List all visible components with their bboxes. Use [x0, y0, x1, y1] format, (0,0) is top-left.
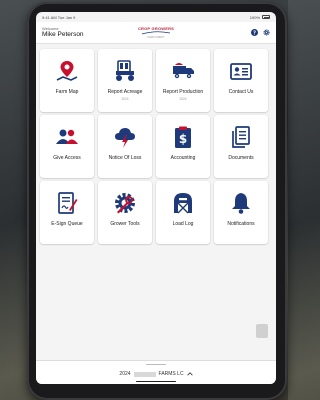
tile-report-acreage[interactable]: Report Acreage 2024 [98, 49, 152, 112]
tile-label: Accounting [170, 155, 196, 161]
logo-sub: FARM CREDIT [147, 36, 165, 39]
tile-esign-queue[interactable]: E-Sign Queue [40, 181, 94, 244]
tile-give-access[interactable]: Give Access [40, 115, 94, 178]
tile-label: Farm Map [55, 89, 79, 95]
tile-year: 2024 [179, 96, 187, 101]
brand-logo: CROP GROWERS FARM CREDIT [138, 26, 174, 39]
help-icon[interactable]: ? [251, 29, 258, 36]
tile-label: Report Production [162, 89, 204, 95]
header-icons: ? [251, 29, 270, 36]
tile-notifications[interactable]: Notifications [214, 181, 268, 244]
contact-card-icon [229, 59, 253, 83]
dollar-clipboard-icon: $ [171, 125, 195, 149]
tile-grid: Farm Map Report Acreage 2024 Report Prod… [36, 44, 276, 244]
tile-accounting[interactable]: $ Accounting [156, 115, 210, 178]
tile-documents[interactable]: Documents [214, 115, 268, 178]
sheet-grabber[interactable] [146, 364, 166, 366]
tile-farm-map[interactable]: Farm Map [40, 49, 94, 112]
footer-year: 2024 [119, 371, 131, 377]
tile-label: Grower Tools [110, 221, 140, 227]
tile-label: Documents [228, 155, 254, 161]
tile-label: Notifications [227, 221, 255, 227]
tile-report-production[interactable]: Report Production 2024 [156, 49, 210, 112]
truck-icon [171, 59, 195, 83]
svg-text:$: $ [179, 132, 187, 146]
tools-gear-icon [113, 191, 137, 215]
tile-contact-us[interactable]: Contact Us [214, 49, 268, 112]
side-drag-handle[interactable] [256, 324, 268, 338]
status-right: 100% [250, 15, 270, 20]
app-header: Welcome Mike Peterson CROP GROWERS FARM … [36, 22, 276, 44]
tile-year: 2024 [121, 96, 129, 101]
tile-label: Give Access [53, 155, 81, 161]
documents-icon [229, 125, 253, 149]
app-screen: 9:41 AM Tue Jan 9 100% Welcome Mike Pete… [36, 12, 276, 384]
svg-text:?: ? [253, 30, 256, 36]
logo-swoosh-icon [141, 31, 171, 35]
settings-gear-icon[interactable] [263, 29, 270, 36]
status-bar: 9:41 AM Tue Jan 9 100% [36, 12, 276, 22]
farm-selector[interactable]: 2024 FARMS LC [36, 360, 276, 384]
battery-icon [262, 15, 270, 19]
tile-label: Contact Us [228, 89, 254, 95]
welcome-block: Welcome Mike Peterson [42, 26, 84, 39]
tile-grower-tools[interactable]: Grower Tools [98, 181, 152, 244]
barn-icon [171, 191, 195, 215]
map-pin-icon [55, 59, 79, 83]
tile-label: Load Log [172, 221, 194, 227]
storm-cloud-icon [113, 125, 137, 149]
farm-selector-content: 2024 FARMS LC [119, 371, 193, 377]
user-name: Mike Peterson [42, 30, 84, 38]
chevron-up-icon [186, 372, 193, 376]
status-time: 9:41 AM Tue Jan 9 [42, 14, 76, 20]
tile-label: E-Sign Queue [51, 221, 83, 227]
users-icon [55, 125, 79, 149]
tile-label: Notice Of Loss [108, 155, 142, 161]
redacted-name [133, 371, 156, 377]
tile-notice-of-loss[interactable]: Notice Of Loss [98, 115, 152, 178]
bell-icon [229, 191, 253, 215]
tractor-icon [113, 59, 137, 83]
tile-label: Report Acreage [107, 89, 143, 95]
tile-load-log[interactable]: Load Log [156, 181, 210, 244]
home-indicator [136, 380, 176, 382]
footer-farm-name: FARMS LC [158, 371, 184, 377]
battery-label: 100% [249, 14, 260, 20]
esign-icon [55, 191, 79, 215]
